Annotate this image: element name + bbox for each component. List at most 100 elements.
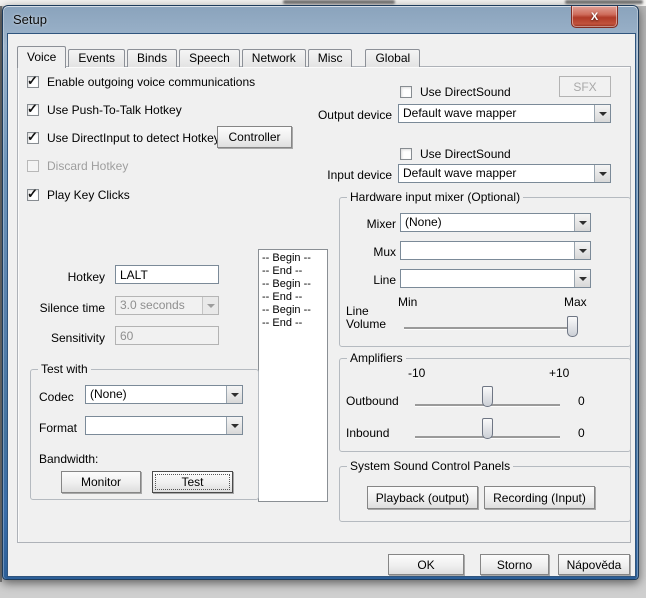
max-label: Max xyxy=(564,295,587,309)
tab-voice[interactable]: Voice xyxy=(17,46,66,68)
controller-button[interactable]: Controller xyxy=(217,126,292,148)
checkmark-icon: ✓ xyxy=(27,186,38,202)
chevron-down-icon xyxy=(231,393,239,397)
tab-speech[interactable]: Speech xyxy=(179,49,240,67)
mux-label: Mux xyxy=(340,245,396,259)
mux-select[interactable] xyxy=(400,241,591,260)
titlebar[interactable] xyxy=(3,6,563,32)
checkbox-play-key-clicks[interactable]: ✓ Play Key Clicks xyxy=(27,188,130,202)
codec-select[interactable]: (None) xyxy=(85,385,243,404)
sound-panels-group: System Sound Control Panels Playback (ou… xyxy=(339,466,631,522)
tab-strip: Voice Events Binds Speech Network Misc G… xyxy=(17,45,422,67)
input-device-label: Input device xyxy=(312,168,392,182)
checkmark-icon: ✓ xyxy=(27,73,38,89)
background-text-smudge xyxy=(565,0,643,4)
checkbox-push-to-talk[interactable]: ✓ Use Push-To-Talk Hotkey xyxy=(27,103,182,117)
dropdown-button[interactable] xyxy=(574,214,590,231)
background-text-smudge xyxy=(283,0,395,4)
output-device-label: Output device xyxy=(312,108,392,122)
dropdown-button xyxy=(202,297,218,314)
dropdown-button[interactable] xyxy=(594,105,610,122)
test-button[interactable]: Test xyxy=(152,471,233,493)
checkbox-box: ✓ xyxy=(27,76,39,88)
bandwidth-label: Bandwidth: xyxy=(39,452,98,466)
dropdown-button[interactable] xyxy=(594,165,610,182)
voice-tab-page: ✓ Enable outgoing voice communications ✓… xyxy=(17,66,631,543)
dropdown-button[interactable] xyxy=(574,242,590,259)
checkmark-icon: ✓ xyxy=(27,101,38,117)
input-device-select[interactable]: Default wave mapper xyxy=(398,164,611,183)
list-item[interactable]: -- End -- xyxy=(262,317,327,330)
test-with-group: Test with Codec (None) Format Bandwidth:… xyxy=(30,369,259,500)
tab-network[interactable]: Network xyxy=(242,49,306,67)
line-label: Line xyxy=(340,273,396,287)
silence-time-label: Silence time xyxy=(18,301,105,315)
checkbox-box xyxy=(27,160,39,172)
inbound-value: 0 xyxy=(578,426,585,440)
amplifiers-group: Amplifiers -10 +10 Outbound 0 Inbound 0 xyxy=(339,358,631,452)
dropdown-button[interactable] xyxy=(574,270,590,287)
list-item[interactable]: -- Begin -- xyxy=(262,252,327,265)
min-label: Min xyxy=(398,295,417,309)
hardware-mixer-group: Hardware input mixer (Optional) Mixer (N… xyxy=(339,197,631,347)
list-item[interactable]: -- Begin -- xyxy=(262,278,327,291)
chevron-down-icon xyxy=(579,221,587,225)
dropdown-button[interactable] xyxy=(226,417,242,434)
ok-button[interactable]: OK xyxy=(388,554,464,575)
silence-time-select[interactable]: 3.0 seconds xyxy=(115,296,219,315)
dialog-client-area: Voice Events Binds Speech Network Misc G… xyxy=(7,33,636,577)
list-item[interactable]: -- End -- xyxy=(262,291,327,304)
tab-events[interactable]: Events xyxy=(68,49,125,67)
outbound-slider-thumb[interactable] xyxy=(482,386,493,407)
mixer-label: Mixer xyxy=(340,217,396,231)
line-volume-slider-thumb[interactable] xyxy=(567,316,578,337)
output-device-select[interactable]: Default wave mapper xyxy=(398,104,611,123)
format-select[interactable] xyxy=(85,416,243,435)
close-button[interactable]: X xyxy=(571,6,618,28)
close-icon: X xyxy=(591,11,598,23)
tab-binds[interactable]: Binds xyxy=(127,49,177,67)
sfx-button[interactable]: SFX xyxy=(559,76,611,97)
help-button[interactable]: Nápověda xyxy=(558,554,630,575)
sensitivity-input[interactable]: 60 xyxy=(115,326,219,345)
checkbox-discard-hotkey[interactable]: Discard Hotkey xyxy=(27,159,128,173)
outbound-label: Outbound xyxy=(346,394,399,408)
checkbox-directinput-hotkey[interactable]: ✓ Use DirectInput to detect Hotkey xyxy=(27,131,220,145)
playback-output-button[interactable]: Playback (output) xyxy=(367,486,478,509)
checkbox-box: ✓ xyxy=(27,104,39,116)
chevron-down-icon xyxy=(207,304,215,308)
cancel-button[interactable]: Storno xyxy=(480,554,549,575)
recording-input-button[interactable]: Recording (Input) xyxy=(484,486,595,509)
monitor-button[interactable]: Monitor xyxy=(61,471,141,493)
group-title: Amplifiers xyxy=(347,351,406,365)
line-select[interactable] xyxy=(400,269,591,288)
line-volume-slider-track[interactable] xyxy=(404,327,574,329)
checkmark-icon: ✓ xyxy=(27,129,38,145)
checkbox-box xyxy=(400,86,412,98)
list-item[interactable]: -- Begin -- xyxy=(262,304,327,317)
setup-dialog: Setup X Voice Events Binds Speech Networ… xyxy=(2,5,639,580)
chevron-down-icon xyxy=(579,249,587,253)
chevron-down-icon xyxy=(599,112,607,116)
inbound-slider-thumb[interactable] xyxy=(482,418,493,439)
chevron-down-icon xyxy=(579,277,587,281)
dropdown-button[interactable] xyxy=(226,386,242,403)
codec-label: Codec xyxy=(39,390,74,404)
group-title: Test with xyxy=(38,362,91,376)
amp-max-label: +10 xyxy=(549,366,569,380)
list-item[interactable]: -- End -- xyxy=(262,265,327,278)
mixer-select[interactable]: (None) xyxy=(400,213,591,232)
tab-misc[interactable]: Misc xyxy=(308,49,353,67)
format-label: Format xyxy=(39,421,77,435)
hotkey-label: Hotkey xyxy=(18,270,105,284)
checkbox-box xyxy=(400,148,412,160)
hotkey-input[interactable]: LALT xyxy=(115,265,219,284)
inbound-label: Inbound xyxy=(346,426,389,440)
sensitivity-label: Sensitivity xyxy=(18,331,105,345)
tab-global[interactable]: Global xyxy=(365,49,420,67)
voice-event-list[interactable]: -- Begin -- -- End -- -- Begin -- -- End… xyxy=(258,249,328,502)
checkbox-enable-outgoing-voice[interactable]: ✓ Enable outgoing voice communications xyxy=(27,75,255,89)
group-title: Hardware input mixer (Optional) xyxy=(347,190,523,204)
checkbox-output-directsound[interactable]: Use DirectSound xyxy=(400,85,511,99)
checkbox-input-directsound[interactable]: Use DirectSound xyxy=(400,147,511,161)
